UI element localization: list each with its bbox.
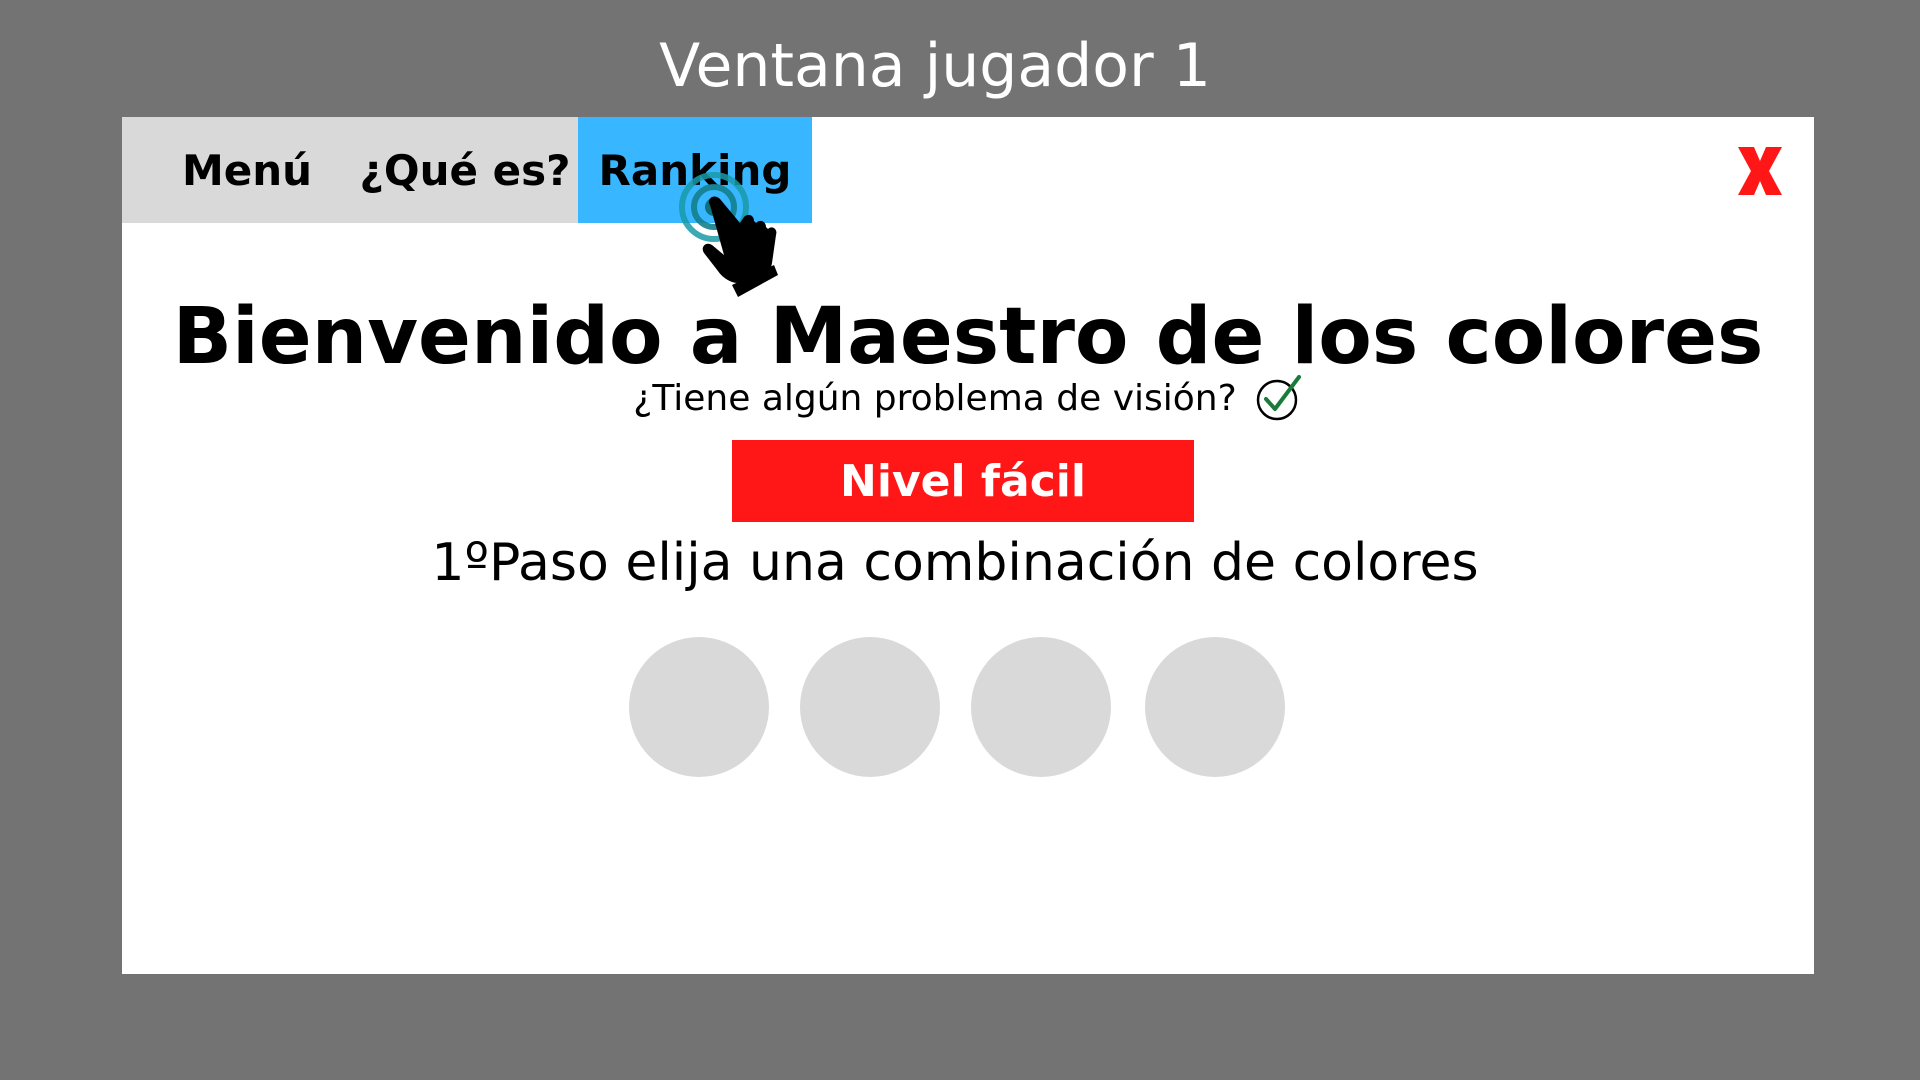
close-x-icon[interactable]: [1734, 141, 1786, 201]
page-title: Ventana jugador 1: [659, 31, 1211, 101]
menu-item-que-es[interactable]: ¿Qué es?: [352, 117, 578, 223]
easy-level-button[interactable]: Nivel fácil: [732, 440, 1194, 522]
vision-question-label: ¿Tiene algún problema de visión?: [633, 377, 1237, 419]
hand-pointer-icon: [679, 172, 778, 297]
checkmark-circle-icon[interactable]: [1255, 373, 1303, 423]
color-slot-1[interactable]: [629, 637, 769, 777]
color-slot-4[interactable]: [1145, 637, 1285, 777]
player-window: Menú ¿Qué es? Ranking Bienvenido a Maest…: [122, 117, 1814, 974]
step-instruction: 1ºPaso elija una combinación de colores: [431, 533, 1479, 593]
vision-question-row: ¿Tiene algún problema de visión?: [122, 373, 1814, 423]
color-slot-3[interactable]: [971, 637, 1111, 777]
welcome-heading: Bienvenido a Maestro de los colores: [172, 292, 1764, 382]
menu-item-menu[interactable]: Menú: [122, 117, 352, 223]
color-slot-2[interactable]: [800, 637, 940, 777]
